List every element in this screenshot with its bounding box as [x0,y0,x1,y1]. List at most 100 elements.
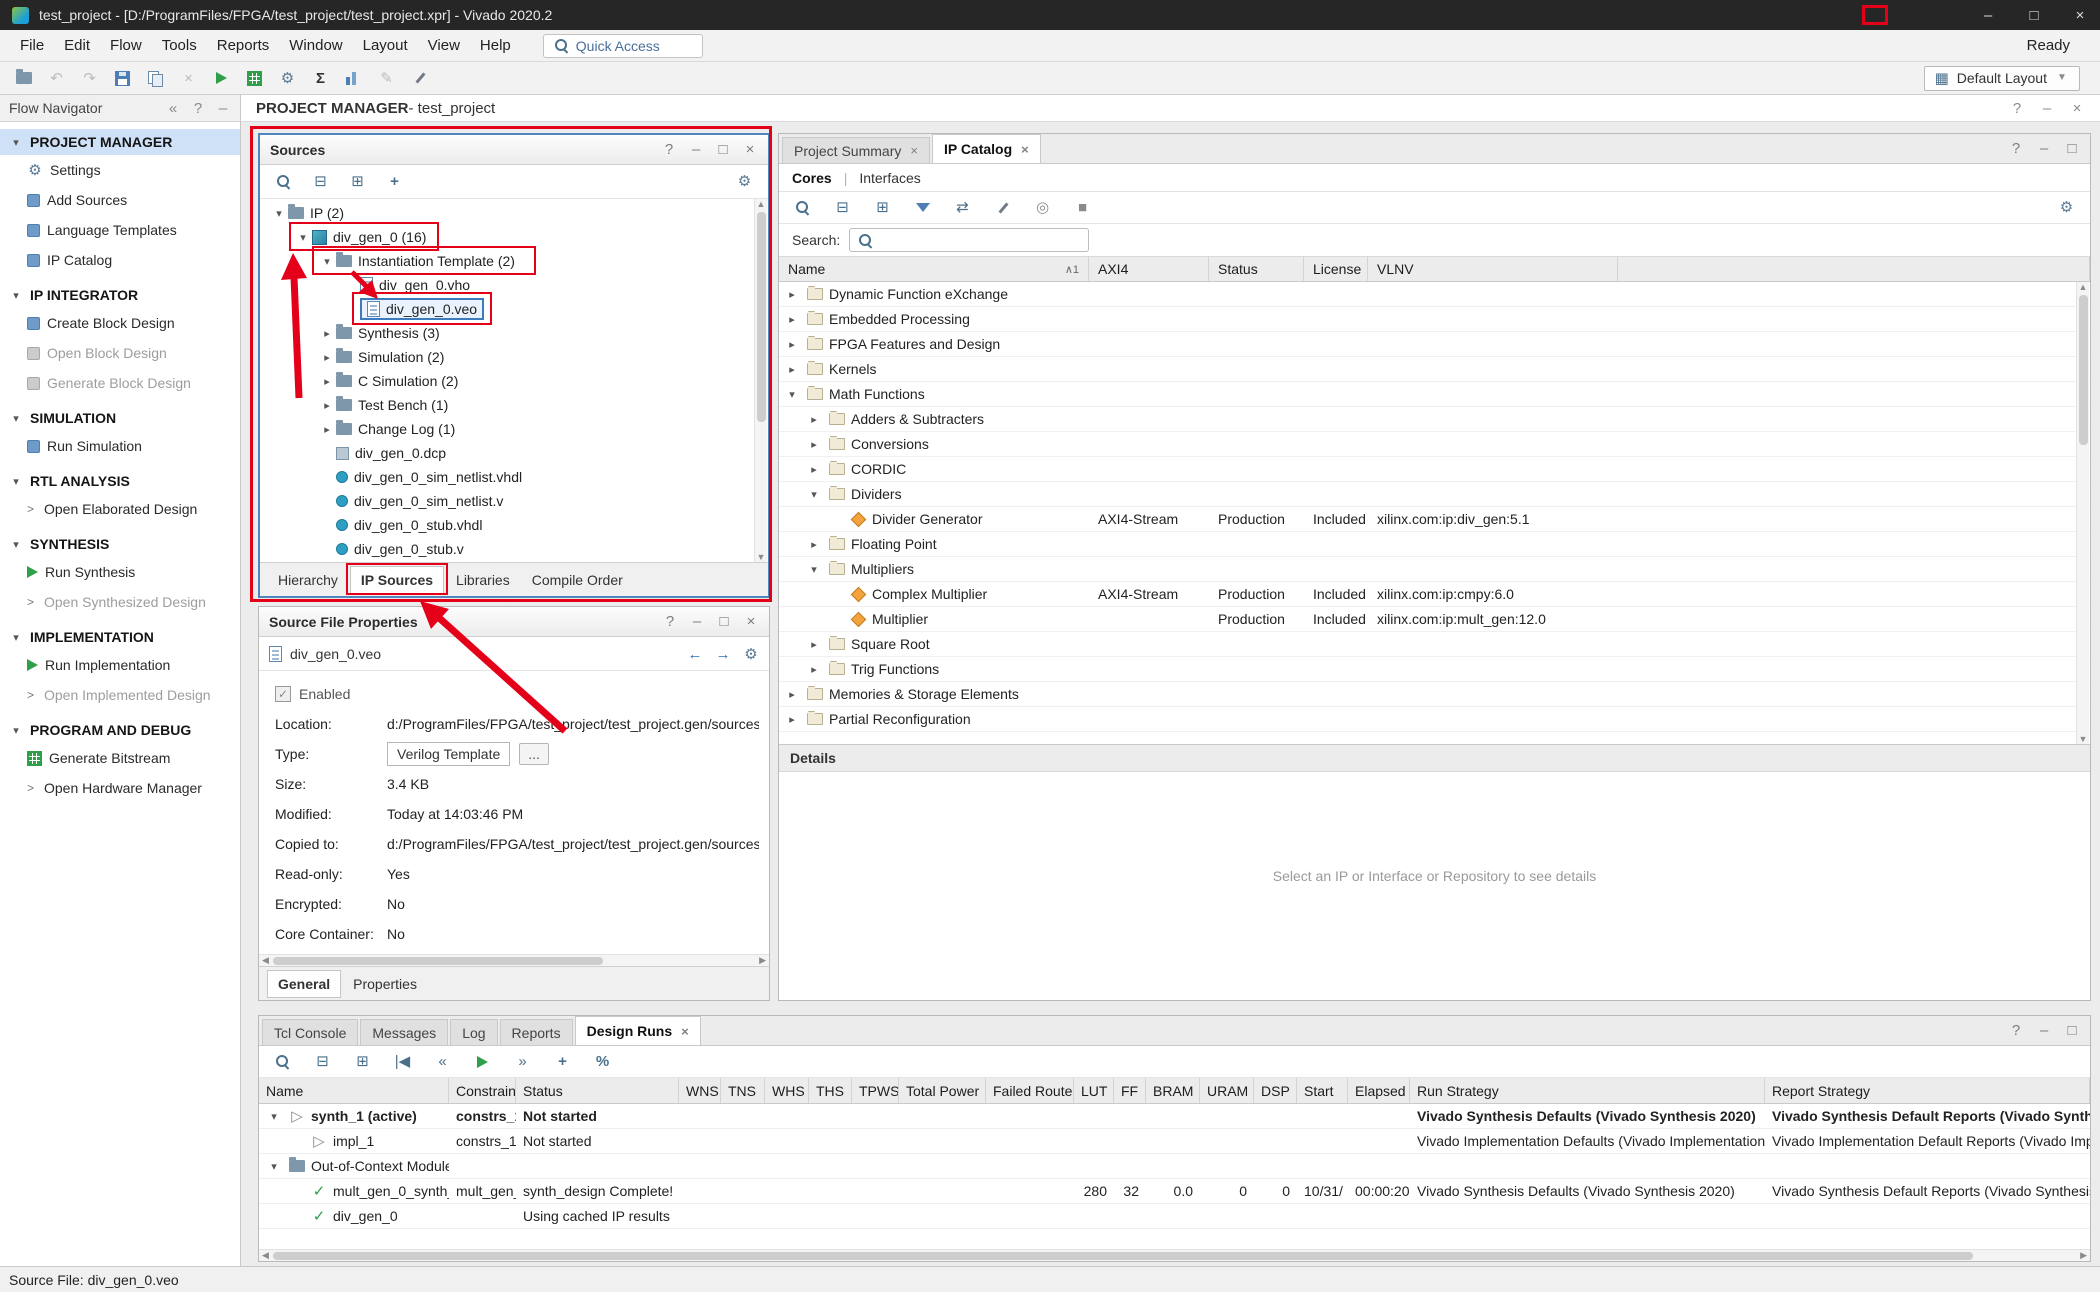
settings-gear-button[interactable]: ⚙ [743,646,759,662]
caret-right-icon[interactable]: ▸ [318,375,336,388]
refresh-repository-icon-button[interactable]: ⇄ [949,195,976,221]
minimize-icon[interactable]: ‒ [2036,1023,2052,1038]
column-header-run-strategy[interactable]: Run Strategy [1410,1078,1765,1103]
search-icon-button[interactable] [270,169,297,195]
fn-item-settings[interactable]: ⚙Settings [0,155,240,185]
column-header-report-strategy[interactable]: Report Strategy [1765,1078,2090,1103]
fn-item-open-implemented-design[interactable]: >Open Implemented Design [0,680,240,710]
ip-catalog-row[interactable]: Complex MultiplierAXI4-StreamProductionI… [779,582,2090,607]
column-header-dsp[interactable]: DSP [1254,1078,1297,1103]
help-icon[interactable]: ? [661,142,677,157]
ip-catalog-row[interactable]: ▾Math Functions [779,382,2090,407]
play-icon-button[interactable] [469,1049,496,1075]
menu-help[interactable]: Help [470,33,521,58]
collapse-all-icon-button[interactable]: ⊟ [307,169,334,195]
subtab-cores[interactable]: Cores [792,170,832,186]
tab-tcl-console[interactable]: Tcl Console [262,1019,358,1045]
run-icon-button[interactable] [208,65,235,91]
expand-all-icon-button[interactable]: ⊞ [349,1049,376,1075]
column-header-tns[interactable]: TNS [721,1078,765,1103]
ip-catalog-row[interactable]: ▸CORDIC [779,457,2090,482]
caret-right-icon[interactable]: ▸ [805,663,823,676]
filter-icon-button[interactable] [909,195,936,221]
fn-item-add-sources[interactable]: Add Sources [0,185,240,215]
caret-right-icon[interactable]: ▸ [783,288,801,301]
tab-log[interactable]: Log [450,1019,497,1045]
help-icon[interactable]: ? [2009,101,2025,116]
column-header-failed-routes[interactable]: Failed Routes [986,1078,1074,1103]
scroll-thumb[interactable] [757,212,766,422]
maximize-icon[interactable]: □ [2026,8,2042,23]
fn-item-run-synthesis[interactable]: Run Synthesis [0,557,240,587]
debug-probe-icon-button[interactable] [406,65,433,91]
ip-catalog-row[interactable]: ▸Conversions [779,432,2090,457]
next-icon-button[interactable]: » [509,1049,536,1075]
caret-down-icon[interactable]: ▾ [294,231,312,244]
caret-right-icon[interactable]: ▸ [318,399,336,412]
caret-down-icon[interactable]: ▾ [318,255,336,268]
column-header-axi4[interactable]: AXI4 [1089,257,1209,281]
ip-catalog-row[interactable]: ▸Partial Reconfiguration [779,707,2090,732]
scroll-up-icon[interactable]: ▲ [2079,282,2088,292]
stop-icon-button[interactable]: ■ [1069,195,1096,221]
caret-right-icon[interactable]: ▸ [805,438,823,451]
search-icon-button[interactable] [789,195,816,221]
tab-reports[interactable]: Reports [500,1019,573,1045]
caret-right-icon[interactable]: ▸ [318,351,336,364]
quick-access-input[interactable]: Quick Access [543,34,703,58]
source-tree-item[interactable]: ▾div_gen_0 (16) [260,225,768,249]
column-header-vlnv[interactable]: VLNV [1368,257,1618,281]
help-icon[interactable]: ? [2008,1023,2024,1038]
type-dropdown[interactable]: Verilog Template [387,742,510,766]
minimize-icon[interactable]: ‒ [689,614,705,629]
fn-header-program-and-debug[interactable]: ▾PROGRAM AND DEBUG [0,717,240,743]
design-run-row[interactable]: ▾Out-of-Context Module Runs [259,1154,2090,1179]
menu-edit[interactable]: Edit [54,33,100,58]
tab-design-runs[interactable]: Design Runs× [575,1016,701,1045]
column-header-wns[interactable]: WNS [679,1078,721,1103]
settings-icon-button[interactable]: ⚙ [274,65,301,91]
close-icon[interactable]: × [910,143,918,158]
caret-right-icon[interactable]: ▸ [805,413,823,426]
column-header-total-power[interactable]: Total Power [899,1078,986,1103]
collapse-all-icon-button[interactable]: ⊟ [829,195,856,221]
delete-icon-button[interactable]: × [175,65,202,91]
close-icon[interactable]: × [1021,142,1029,157]
column-header-bram[interactable]: BRAM [1146,1078,1200,1103]
fn-header-rtl-analysis[interactable]: ▾RTL ANALYSIS [0,468,240,494]
float-icon[interactable]: □ [715,142,731,157]
scroll-down-icon[interactable]: ▼ [757,552,766,562]
sum-icon-button[interactable]: Σ [307,65,334,91]
ip-catalog-row[interactable]: ▸Dynamic Function eXchange [779,282,2090,307]
design-run-row[interactable]: ✓div_gen_0Using cached IP results [259,1204,2090,1229]
scroll-down-icon[interactable]: ▼ [2079,734,2088,744]
tab-properties[interactable]: Properties [343,971,427,997]
source-tree-item[interactable]: ▸Simulation (2) [260,345,768,369]
column-header-start[interactable]: Start [1297,1078,1348,1103]
column-header-elapsed[interactable]: Elapsed [1348,1078,1410,1103]
source-tree-item[interactable]: ▸Change Log (1) [260,417,768,441]
menu-window[interactable]: Window [279,33,352,58]
menu-flow[interactable]: Flow [100,33,152,58]
caret-right-icon[interactable]: ▸ [783,363,801,376]
design-run-row[interactable]: ▾▷synth_1 (active)constrs_1Not startedVi… [259,1104,2090,1129]
caret-down-icon[interactable]: ▾ [783,388,801,401]
scroll-right-icon[interactable]: ▶ [759,955,766,966]
minimize-icon[interactable]: ‒ [2036,141,2052,156]
scroll-right-icon[interactable]: ▶ [2080,1250,2087,1261]
undo-icon-button[interactable]: ↶ [43,65,70,91]
column-header-constraints[interactable]: Constraints [449,1078,516,1103]
sources-panel-header[interactable]: Sources ?‒□× [260,135,768,165]
fn-item-language-templates[interactable]: Language Templates [0,215,240,245]
caret-right-icon[interactable]: ▸ [783,713,801,726]
ip-catalog-row[interactable]: ▾Dividers [779,482,2090,507]
caret-down-icon[interactable]: ▾ [265,1110,283,1123]
design-run-row[interactable]: ▷impl_1constrs_1Not startedVivado Implem… [259,1129,2090,1154]
caret-right-icon[interactable]: ▸ [318,327,336,340]
caret-down-icon[interactable]: ▾ [805,563,823,576]
fn-item-ip-catalog[interactable]: IP Catalog [0,245,240,275]
add-sources-icon-button[interactable]: + [381,169,408,195]
collapse-all-icon-button[interactable]: ⊟ [309,1049,336,1075]
layout-select[interactable]: ▦ Default Layout ▼ [1924,66,2080,91]
expand-all-icon-button[interactable]: ⊞ [869,195,896,221]
